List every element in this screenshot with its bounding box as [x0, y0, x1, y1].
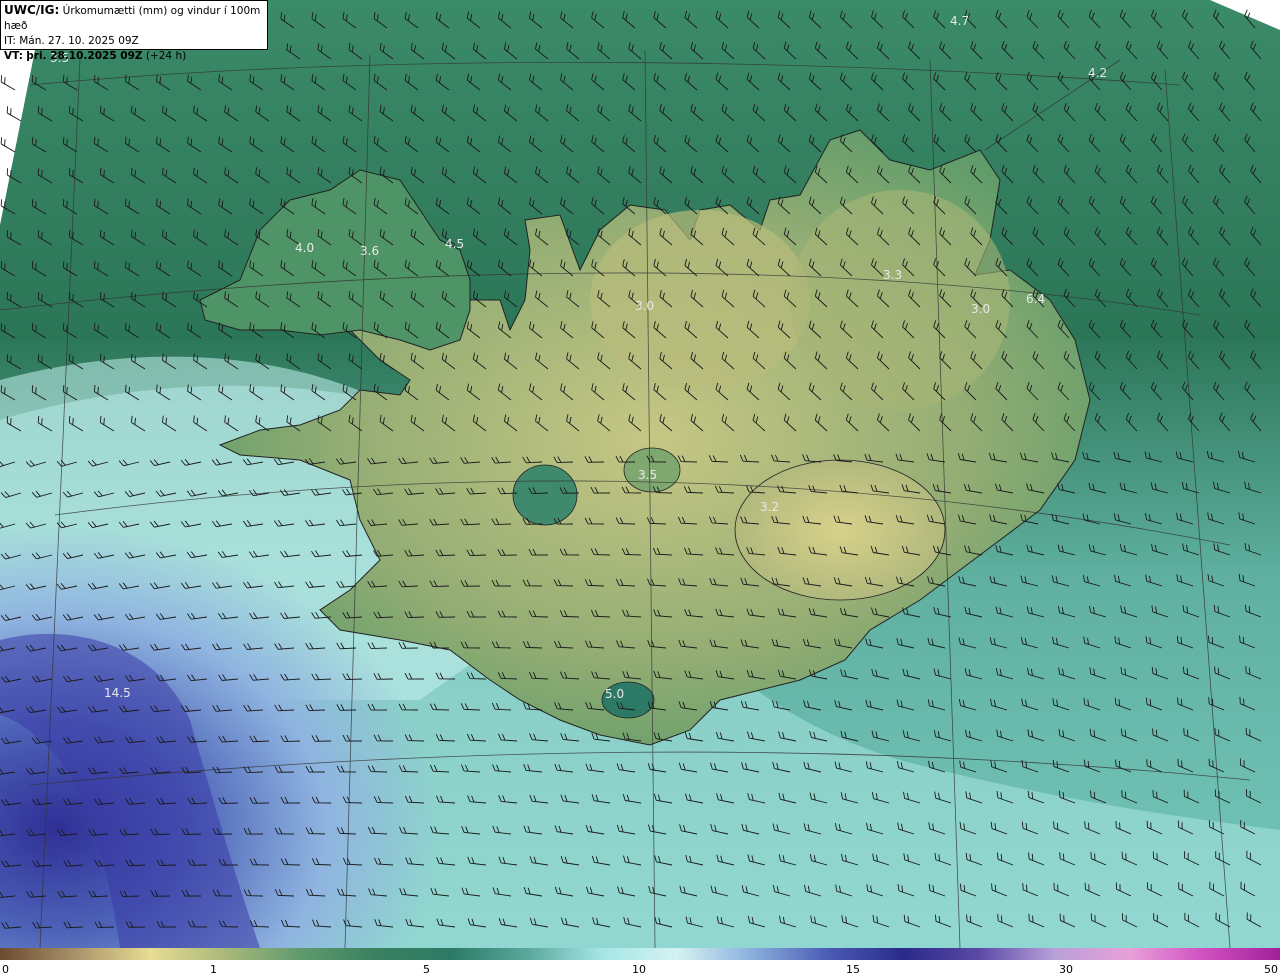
value-label: 14.5	[104, 686, 131, 700]
langjokull	[512, 464, 578, 526]
wind-barb	[0, 75, 16, 91]
wind-barb	[6, 106, 22, 122]
vt-suffix: (+24 h)	[145, 50, 187, 62]
colorbar-tick: 15	[846, 963, 860, 976]
value-label: 5.0	[605, 687, 624, 701]
header-info-box: UWC/IG: Úrkomumætti (mm) og vindur í 100…	[0, 0, 268, 62]
title-prefix: UWC/IG:	[4, 3, 60, 17]
colorbar-tick: 5	[423, 963, 430, 976]
colorbar-tick: 30	[1059, 963, 1073, 976]
value-label: 4.2	[1088, 66, 1107, 80]
value-label: 3.5	[638, 468, 657, 482]
value-label: 6.4	[1026, 292, 1045, 306]
north-highlands	[590, 210, 810, 390]
vt-line: VT: þri. 28.10.2025 09Z (+24 h)	[4, 49, 264, 64]
colorbar	[0, 948, 1280, 960]
vt-text: þri. 28.10.2025 09Z	[26, 50, 143, 62]
value-label: 4.7	[950, 14, 969, 28]
vatnajokull	[734, 459, 946, 601]
east-highlands	[790, 190, 1010, 410]
colorbar-tick: 1	[210, 963, 217, 976]
forecast-map: 3.5 4.7 4.2 4.0 3.6 4.5 3.3 3.0 3.0 6.4 …	[0, 0, 1280, 948]
value-label: 3.6	[360, 244, 379, 258]
value-label: 3.2	[760, 500, 779, 514]
it-line: IT: Mán. 27. 10. 2025 09Z	[4, 35, 139, 47]
colorbar-tick: 10	[632, 963, 646, 976]
vt-prefix: VT:	[4, 50, 23, 62]
value-label: 3.0	[635, 299, 654, 313]
value-label: 3.0	[971, 302, 990, 316]
value-label: 4.5	[445, 237, 464, 251]
colorbar-tick: 0	[2, 963, 9, 976]
title-line: UWC/IG: Úrkomumætti (mm) og vindur í 100…	[4, 3, 264, 34]
value-label: 3.3	[883, 268, 902, 282]
value-label: 4.0	[295, 241, 314, 255]
colorbar-tick: 50	[1264, 963, 1278, 976]
